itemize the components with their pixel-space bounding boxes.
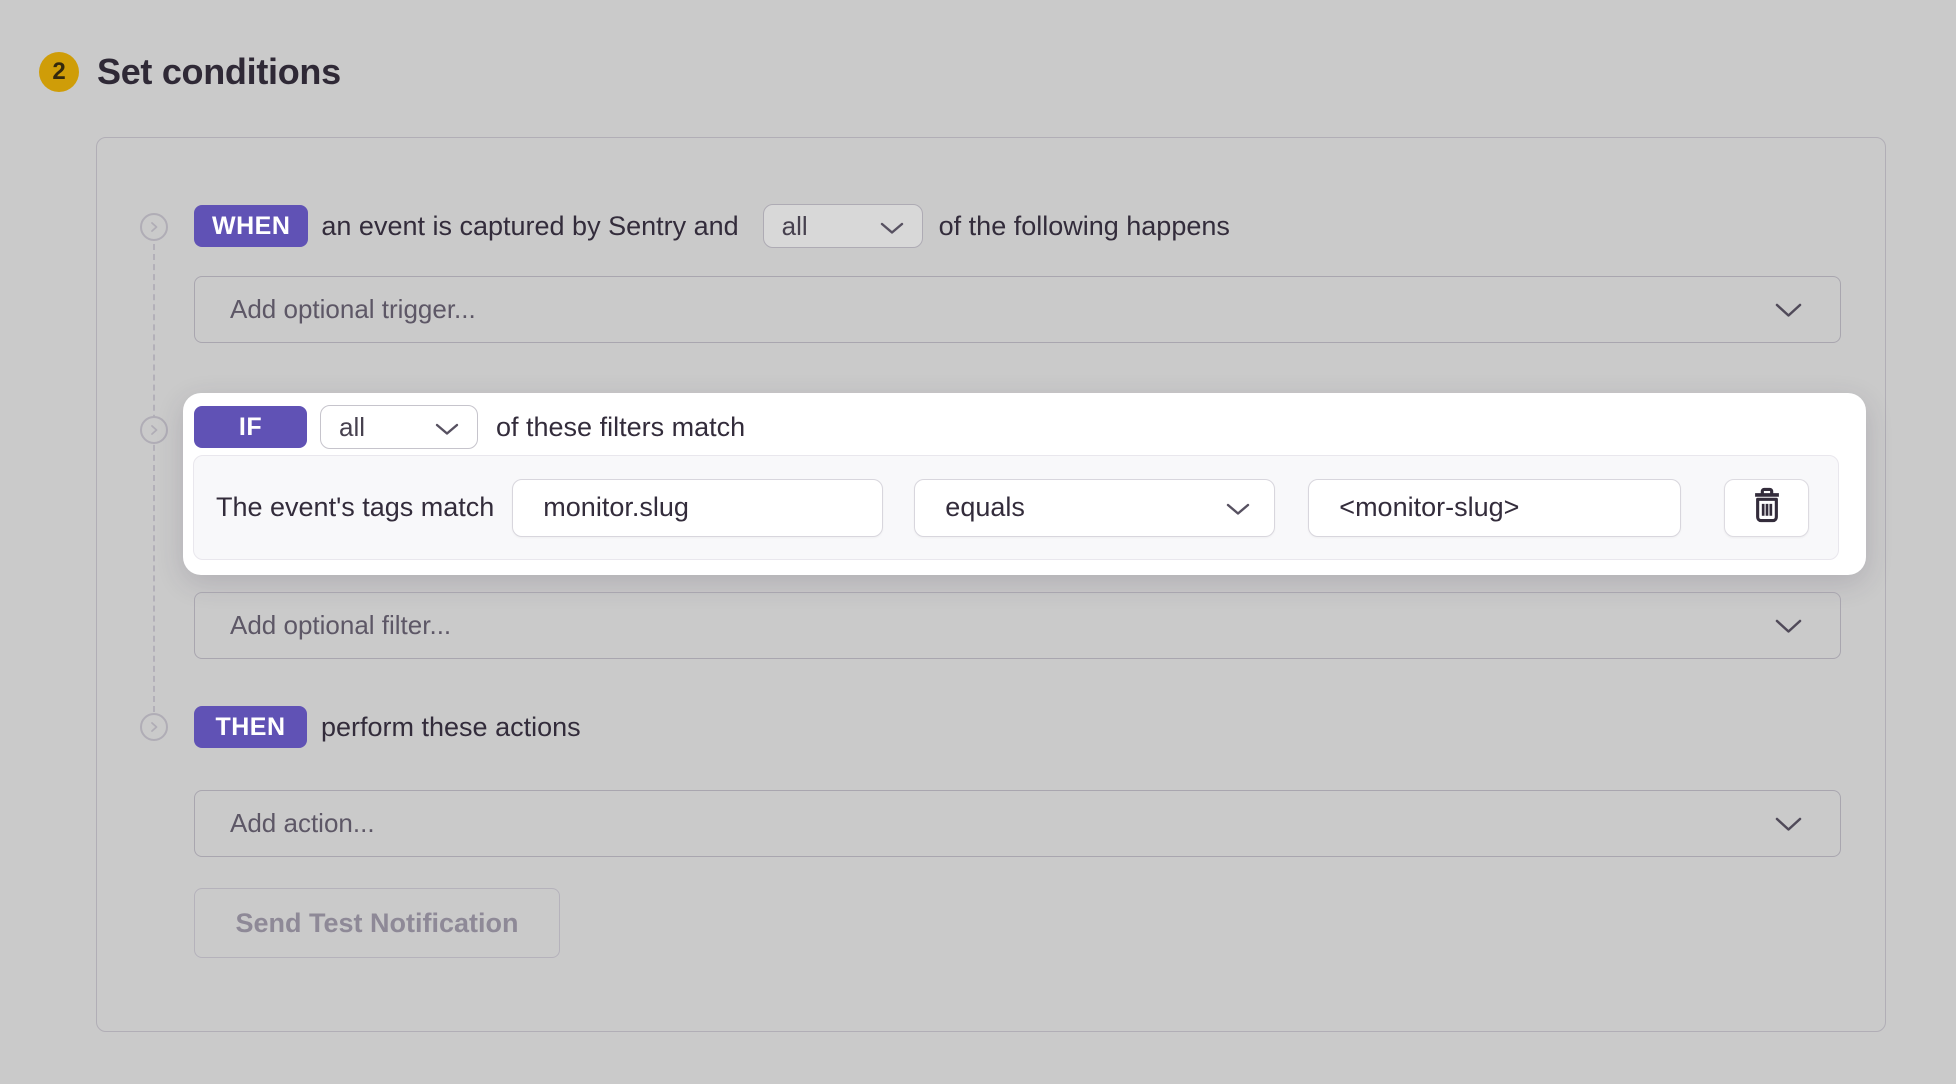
then-collapse-toggle[interactable] [140,713,168,741]
chevron-down-icon [421,412,459,443]
filter-key-input[interactable] [512,479,883,537]
add-filter-select[interactable]: Add optional filter... [194,592,1841,659]
if-row: IF all of these filters match [194,405,745,449]
step-connector-line [153,244,155,712]
if-match-select[interactable]: all [320,405,478,449]
filter-row: The event's tags match equals [193,455,1839,560]
conditions-panel: WHEN an event is captured by Sentry and … [96,137,1886,1032]
add-action-select[interactable]: Add action... [194,790,1841,857]
section-header: 2 Set conditions [39,51,341,93]
chevron-right-icon [147,720,161,734]
filter-label: The event's tags match [216,492,494,523]
chevron-right-icon [147,220,161,234]
send-test-notification-button[interactable]: Send Test Notification [194,888,560,958]
step-number-badge: 2 [39,52,79,92]
chevron-down-icon [1775,808,1802,839]
filter-value-input[interactable] [1308,479,1681,537]
when-row: WHEN an event is captured by Sentry and … [194,204,1230,248]
if-condition-card: IF all of these filters match The event'… [183,393,1866,575]
add-filter-placeholder: Add optional filter... [230,610,451,641]
if-text-after: of these filters match [496,412,745,443]
trash-icon [1750,486,1784,529]
then-text-after: perform these actions [321,712,581,743]
when-text-after: of the following happens [939,211,1230,242]
chevron-down-icon [1226,492,1250,523]
then-badge: THEN [194,706,307,748]
if-collapse-toggle[interactable] [140,416,168,444]
when-collapse-toggle[interactable] [140,213,168,241]
chevron-down-icon [866,211,904,242]
filter-operator-value: equals [945,492,1025,523]
if-match-value: all [339,412,365,443]
when-match-select[interactable]: all [763,204,923,248]
chevron-down-icon [1775,294,1802,325]
when-match-value: all [782,211,808,242]
page-title: Set conditions [97,51,341,93]
chevron-down-icon [1775,610,1802,641]
if-badge: IF [194,406,307,448]
when-text-before: an event is captured by Sentry and [321,211,738,242]
filter-operator-select[interactable]: equals [914,479,1275,537]
add-action-placeholder: Add action... [230,808,375,839]
when-badge: WHEN [194,205,308,247]
chevron-right-icon [147,423,161,437]
add-trigger-select[interactable]: Add optional trigger... [194,276,1841,343]
delete-filter-button[interactable] [1724,479,1809,537]
add-trigger-placeholder: Add optional trigger... [230,294,476,325]
then-row: THEN perform these actions [194,705,581,749]
